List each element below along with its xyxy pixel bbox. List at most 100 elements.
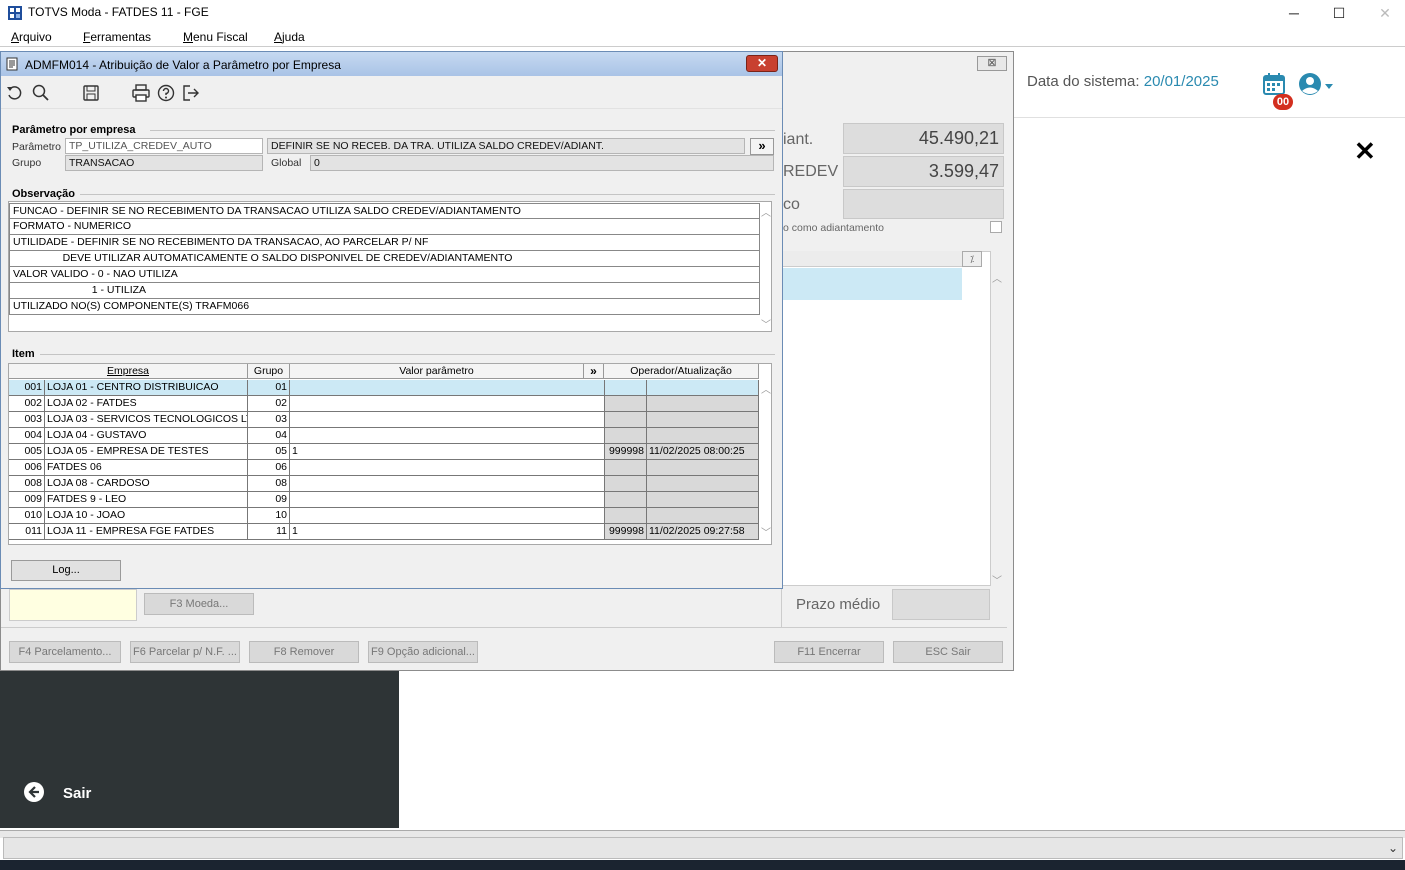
- bg-list-selected-row[interactable]: [782, 268, 962, 300]
- close-icon[interactable]: ✕: [1354, 136, 1376, 167]
- cell-grupo: 03: [248, 412, 290, 428]
- cell-valor[interactable]: [290, 476, 605, 492]
- f8-remover-button[interactable]: F8 Remover: [249, 641, 359, 663]
- document-icon: [6, 57, 18, 71]
- observacao-scroll-down-icon[interactable]: ﹀: [761, 316, 771, 331]
- observacao-line: UTILIZADO NO(S) COMPONENTE(S) TRAFM066: [9, 299, 760, 315]
- cell-codigo: 001: [9, 380, 45, 396]
- menu-ferramentas[interactable]: Ferramentas: [83, 30, 151, 44]
- grupo-field: TRANSACAO: [65, 155, 263, 171]
- user-menu-icon[interactable]: [1298, 72, 1334, 98]
- cell-atualizacao: [647, 508, 759, 524]
- column-header-operador[interactable]: Operador/Atualização: [604, 364, 759, 379]
- bg-adiantamento-checkbox[interactable]: [990, 221, 1002, 233]
- f11-encerrar-button[interactable]: F11 Encerrar: [774, 641, 884, 663]
- menu-ajuda[interactable]: Ajuda: [274, 30, 305, 44]
- bg-scroll-down-icon[interactable]: ﹀: [992, 572, 1002, 587]
- observacao-scroll-up-icon[interactable]: ︿: [761, 204, 771, 219]
- observacao-line: FUNCAO - DEFINIR SE NO RECEBIMENTO DA TR…: [9, 203, 760, 219]
- parametro-section-title: Parâmetro por empresa: [12, 124, 136, 136]
- log-button[interactable]: Log...: [11, 560, 121, 581]
- table-row[interactable]: 010 LOJA 10 - JOAO 10: [9, 508, 759, 524]
- bottom-combo[interactable]: [3, 837, 1403, 859]
- cell-empresa: LOJA 05 - EMPRESA DE TESTES: [45, 444, 248, 460]
- table-row[interactable]: 005 LOJA 05 - EMPRESA DE TESTES 05 1 999998 1…: [9, 444, 759, 460]
- cell-codigo: 010: [9, 508, 45, 524]
- table-row[interactable]: 004 LOJA 04 - GUSTAVO 04: [9, 428, 759, 444]
- table-row[interactable]: 001 LOJA 01 - CENTRO DISTRIBUICAO 01: [9, 380, 759, 396]
- exit-icon[interactable]: [181, 83, 201, 103]
- table-row[interactable]: 006 FATDES 06 06: [9, 460, 759, 476]
- close-window-button[interactable]: ✕: [1362, 0, 1405, 26]
- cell-valor[interactable]: [290, 396, 605, 412]
- cell-grupo: 09: [248, 492, 290, 508]
- header-divider: [1014, 117, 1405, 118]
- bg-list-expand-button[interactable]: ⁒: [962, 251, 982, 267]
- cell-atualizacao: [647, 428, 759, 444]
- expand-descricao-button[interactable]: »: [750, 138, 774, 155]
- table-row[interactable]: 008 LOJA 08 - CARDOSO 08: [9, 476, 759, 492]
- f3-moeda-button[interactable]: F3 Moeda...: [144, 593, 254, 615]
- bg-scroll-up-icon[interactable]: ︿: [992, 270, 1002, 285]
- bg-list[interactable]: [781, 251, 991, 586]
- cell-valor[interactable]: [290, 412, 605, 428]
- table-row[interactable]: 009 FATDES 9 - LEO 09: [9, 492, 759, 508]
- esc-sair-button[interactable]: ESC Sair: [893, 641, 1003, 663]
- bg-value-adiant: 45.490,21: [843, 123, 1004, 154]
- cell-codigo: 004: [9, 428, 45, 444]
- save-icon[interactable]: [81, 83, 101, 103]
- cell-codigo: 009: [9, 492, 45, 508]
- table-row[interactable]: 003 LOJA 03 - SERVICOS TECNOLOGICOS LT 03: [9, 412, 759, 428]
- title-bar: [0, 0, 1405, 27]
- maximize-button[interactable]: ☐: [1316, 0, 1362, 26]
- sair-button[interactable]: Sair: [63, 785, 91, 802]
- column-header-valor[interactable]: Valor parâmetro: [290, 364, 584, 379]
- menu-fiscal[interactable]: Menu Fiscal: [183, 30, 248, 44]
- section-divider: [40, 354, 775, 355]
- cell-grupo: 05: [248, 444, 290, 460]
- cell-grupo: 04: [248, 428, 290, 444]
- print-icon[interactable]: [131, 83, 151, 103]
- undo-icon[interactable]: [5, 83, 25, 103]
- column-header-empresa[interactable]: Empresa: [9, 364, 248, 379]
- cell-empresa: LOJA 11 - EMPRESA FGE FATDES: [45, 524, 248, 540]
- cell-valor[interactable]: [290, 460, 605, 476]
- help-icon[interactable]: [156, 83, 176, 103]
- observacao-line: 1 - UTILIZA: [9, 283, 760, 299]
- cell-valor[interactable]: 1: [290, 524, 605, 540]
- cell-valor[interactable]: [290, 492, 605, 508]
- cell-operador: 999998: [605, 524, 647, 540]
- grid-scroll-up-icon[interactable]: ︿: [761, 381, 771, 396]
- grid-scroll-down-icon[interactable]: ﹀: [761, 524, 771, 539]
- cell-empresa: LOJA 04 - GUSTAVO: [45, 428, 248, 444]
- table-row[interactable]: 011 LOJA 11 - EMPRESA FGE FATDES 11 1 999998…: [9, 524, 759, 540]
- prazo-medio-value: [892, 589, 990, 620]
- cell-valor[interactable]: [290, 380, 605, 396]
- f9-opcao-adicional-button[interactable]: F9 Opção adicional...: [368, 641, 478, 663]
- chevron-down-icon[interactable]: ⌄: [1385, 838, 1401, 858]
- f6-parcelar-nf-button[interactable]: F6 Parcelar p/ N.F. ...: [130, 641, 240, 663]
- grupo-label: Grupo: [12, 157, 42, 169]
- cell-valor[interactable]: [290, 508, 605, 524]
- menu-arquivo[interactable]: Arquivo: [11, 30, 52, 44]
- column-header-grupo[interactable]: Grupo: [248, 364, 290, 379]
- bg-label-adiant: iant.: [783, 131, 814, 148]
- cell-atualizacao: [647, 476, 759, 492]
- notification-badge: 00: [1273, 94, 1293, 110]
- bg-yellow-field[interactable]: [9, 589, 137, 621]
- parametro-field[interactable]: TP_UTILIZA_CREDEV_AUTO: [65, 138, 263, 154]
- observacao-line: FORMATO - NUMERICO: [9, 219, 760, 235]
- f4-parcelamento-button[interactable]: F4 Parcelamento...: [9, 641, 121, 663]
- column-expand-button[interactable]: »: [584, 364, 604, 379]
- cell-valor[interactable]: 1: [290, 444, 605, 460]
- calendar-icon[interactable]: [1262, 72, 1286, 96]
- background-window-close-button[interactable]: ⊠: [977, 56, 1007, 71]
- minimize-button[interactable]: ─: [1271, 0, 1317, 26]
- search-icon[interactable]: [31, 83, 51, 103]
- cell-valor[interactable]: [290, 428, 605, 444]
- dialog-close-button[interactable]: ✕: [746, 55, 778, 72]
- bg-value-credev: 3.599,47: [843, 156, 1004, 187]
- cell-grupo: 11: [248, 524, 290, 540]
- table-row[interactable]: 002 LOJA 02 - FATDES 02: [9, 396, 759, 412]
- arrow-left-icon[interactable]: [24, 782, 44, 802]
